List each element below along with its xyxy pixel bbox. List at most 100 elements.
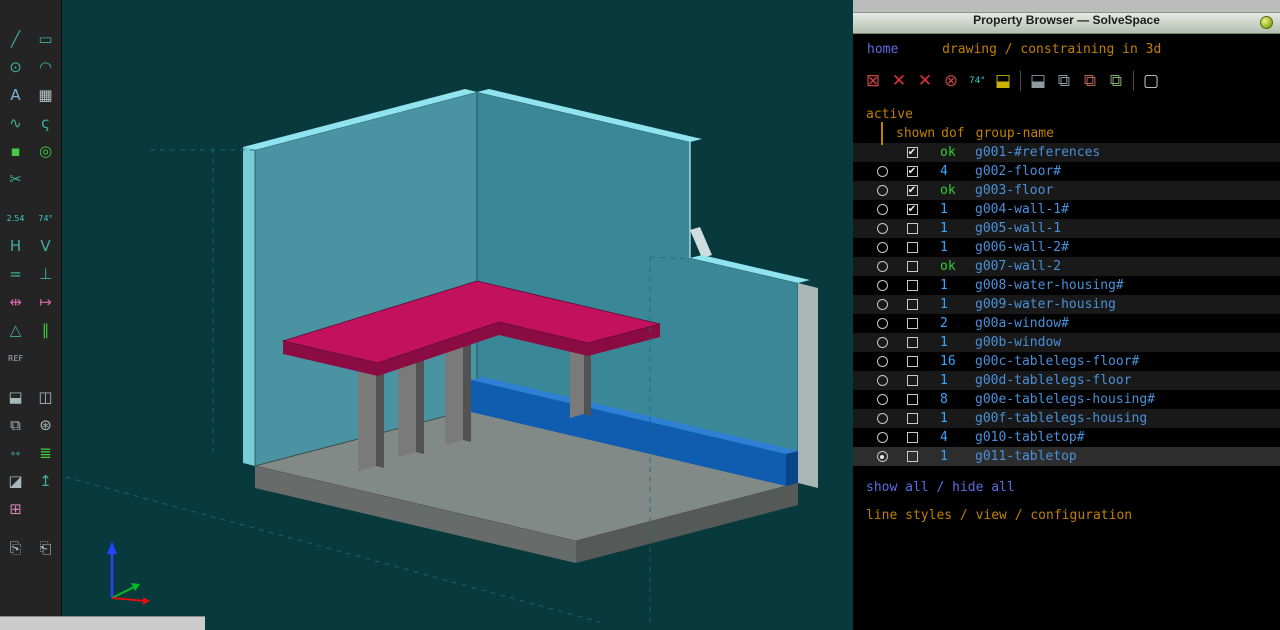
table-leg-front[interactable] [570, 344, 584, 418]
step-rotate-group-icon[interactable]: ≣ [32, 440, 60, 466]
copy-sheet-icon[interactable]: ⎘ [2, 535, 30, 561]
group-shown-checkbox[interactable]: ✔ [906, 166, 918, 177]
nav-path-link[interactable]: drawing / constraining in 3d [942, 42, 1161, 57]
reference-constraint-icon[interactable]: REF [2, 345, 30, 371]
group-activate-radio[interactable] [876, 451, 888, 462]
perpendicular-constraint-icon[interactable]: ⊥ [32, 261, 60, 287]
extrude-group-icon[interactable]: ⬓ [2, 384, 30, 410]
water-housing-end[interactable] [786, 451, 798, 486]
wall-end-cap[interactable] [798, 283, 818, 488]
group-shown-checkbox[interactable]: ✔ [906, 204, 918, 215]
group-activate-radio[interactable] [876, 299, 888, 310]
group-shown-checkbox[interactable] [906, 394, 918, 405]
group-activate-radio[interactable] [876, 356, 888, 367]
titlebar[interactable]: Property Browser — SolveSpace [853, 13, 1280, 34]
horizontal-constraint-icon[interactable]: H [2, 233, 30, 259]
extrude-icon[interactable]: ⬓ [990, 68, 1016, 94]
group-shown-checkbox[interactable] [906, 223, 918, 234]
group-activate-radio[interactable] [876, 413, 888, 424]
distance-constraint-icon[interactable]: 2.54 [2, 205, 30, 231]
construction-tool-icon[interactable]: ◎ [32, 138, 60, 164]
group-activate-radio[interactable] [876, 242, 888, 253]
group-shown-checkbox[interactable] [906, 261, 918, 272]
group-activate-radio[interactable] [876, 280, 888, 291]
group-shown-checkbox[interactable] [906, 413, 918, 424]
split-curves-tool-icon[interactable]: ✂ [2, 166, 30, 192]
group-name-link[interactable]: g010-tabletop# [961, 430, 1085, 445]
group-name-link[interactable]: g006-wall-2# [961, 240, 1069, 255]
mesh-view-icon[interactable]: ▢ [1138, 68, 1164, 94]
point-tool-icon[interactable]: ▪ [2, 138, 30, 164]
group-shown-checkbox[interactable]: ✔ [906, 147, 918, 158]
group-name-link[interactable]: g004-wall-1# [961, 202, 1069, 217]
point-constraint-icon[interactable]: ✕ [886, 68, 912, 94]
group-activate-radio[interactable] [876, 394, 888, 405]
rotate-group-icon[interactable]: ⊛ [32, 412, 60, 438]
table-leg-side[interactable] [376, 367, 384, 468]
group-shown-checkbox[interactable] [906, 318, 918, 329]
left-wall-edge[interactable] [243, 147, 255, 466]
normal-tool-icon[interactable]: ↥ [32, 468, 60, 494]
group-name-link[interactable]: g00f-tablelegs-housing [961, 411, 1147, 426]
coincident-constraint-icon[interactable]: ↦ [32, 289, 60, 315]
circle-tool-icon[interactable]: ⊙ [2, 54, 30, 80]
viewport-3d[interactable] [62, 0, 853, 630]
paste-sheet-icon[interactable]: ⎗ [32, 535, 60, 561]
group-shown-checkbox[interactable] [906, 375, 918, 386]
workplane-icon[interactable]: ⊠ [860, 68, 886, 94]
rotate-icon[interactable]: ⧉ [1077, 68, 1103, 94]
group-name-link[interactable]: g002-floor# [961, 164, 1061, 179]
show-hide-all-link[interactable]: show all / hide all [866, 480, 1280, 495]
group-activate-radio[interactable] [876, 223, 888, 234]
symmetric-constraint-icon[interactable]: ⇹ [2, 289, 30, 315]
lathe-icon[interactable]: ⬓ [1025, 68, 1051, 94]
step-translate-group-icon[interactable]: ⋄⋄ [2, 440, 30, 466]
midpoint-constraint-icon[interactable]: ✕ [912, 68, 938, 94]
group-activate-radio[interactable] [876, 185, 888, 196]
vertical-constraint-icon[interactable]: V [32, 233, 60, 259]
arc-tool-icon[interactable]: ◠ [32, 54, 60, 80]
table-leg-side[interactable] [416, 357, 424, 454]
group-activate-radio[interactable] [876, 261, 888, 272]
bezier-tool-icon[interactable]: ∿ [2, 110, 30, 136]
group-shown-checkbox[interactable]: ✔ [906, 185, 918, 196]
angle-constraint-icon[interactable]: 74° [964, 68, 990, 94]
new-sketch-group-icon[interactable]: ◪ [2, 468, 30, 494]
circle-constraint-icon[interactable]: ⊗ [938, 68, 964, 94]
group-name-link[interactable]: g008-water-housing# [961, 278, 1124, 293]
group-name-link[interactable]: g009-water-housing [961, 297, 1116, 312]
table-leg-side[interactable] [463, 333, 471, 442]
orientation-constraint-icon[interactable]: △ [2, 317, 30, 343]
rectangle-tool-icon[interactable]: ▭ [32, 26, 60, 52]
link-icon[interactable]: ⧉ [1103, 68, 1129, 94]
tangent-arc-tool-icon[interactable]: ς [32, 110, 60, 136]
table-leg-front[interactable] [358, 367, 376, 471]
group-name-link[interactable]: g001-#references [961, 145, 1100, 160]
group-activate-radio[interactable] [876, 318, 888, 329]
group-activate-radio[interactable] [876, 337, 888, 348]
group-shown-checkbox[interactable] [906, 242, 918, 253]
image-tool-icon[interactable]: ▦ [32, 82, 60, 108]
link-group-icon[interactable]: ⊞ [2, 496, 30, 522]
group-name-link[interactable]: g00e-tablelegs-housing# [961, 392, 1155, 407]
angle-constraint-icon[interactable]: 74° [32, 205, 60, 231]
group-name-link[interactable]: g00b-window [961, 335, 1061, 350]
translate-group-icon[interactable]: ⧉ [2, 412, 30, 438]
group-shown-checkbox[interactable] [906, 356, 918, 367]
scene-canvas[interactable] [62, 0, 853, 630]
group-activate-radio[interactable] [876, 432, 888, 443]
group-shown-checkbox[interactable] [906, 337, 918, 348]
group-name-link[interactable]: g00c-tablelegs-floor# [961, 354, 1139, 369]
group-activate-radio[interactable] [876, 204, 888, 215]
parallel-constraint-icon[interactable]: ∥ [32, 317, 60, 343]
group-shown-checkbox[interactable] [906, 451, 918, 462]
group-name-link[interactable]: g007-wall-2 [961, 259, 1061, 274]
group-shown-checkbox[interactable] [906, 299, 918, 310]
group-name-link[interactable]: g00a-window# [961, 316, 1069, 331]
close-icon[interactable] [1260, 16, 1273, 29]
configuration-links[interactable]: line styles / view / configuration [866, 508, 1280, 523]
group-activate-radio[interactable] [876, 166, 888, 177]
text-tool-icon[interactable]: A [2, 82, 30, 108]
group-name-link[interactable]: g005-wall-1 [961, 221, 1061, 236]
line-tool-icon[interactable]: ╱ [2, 26, 30, 52]
